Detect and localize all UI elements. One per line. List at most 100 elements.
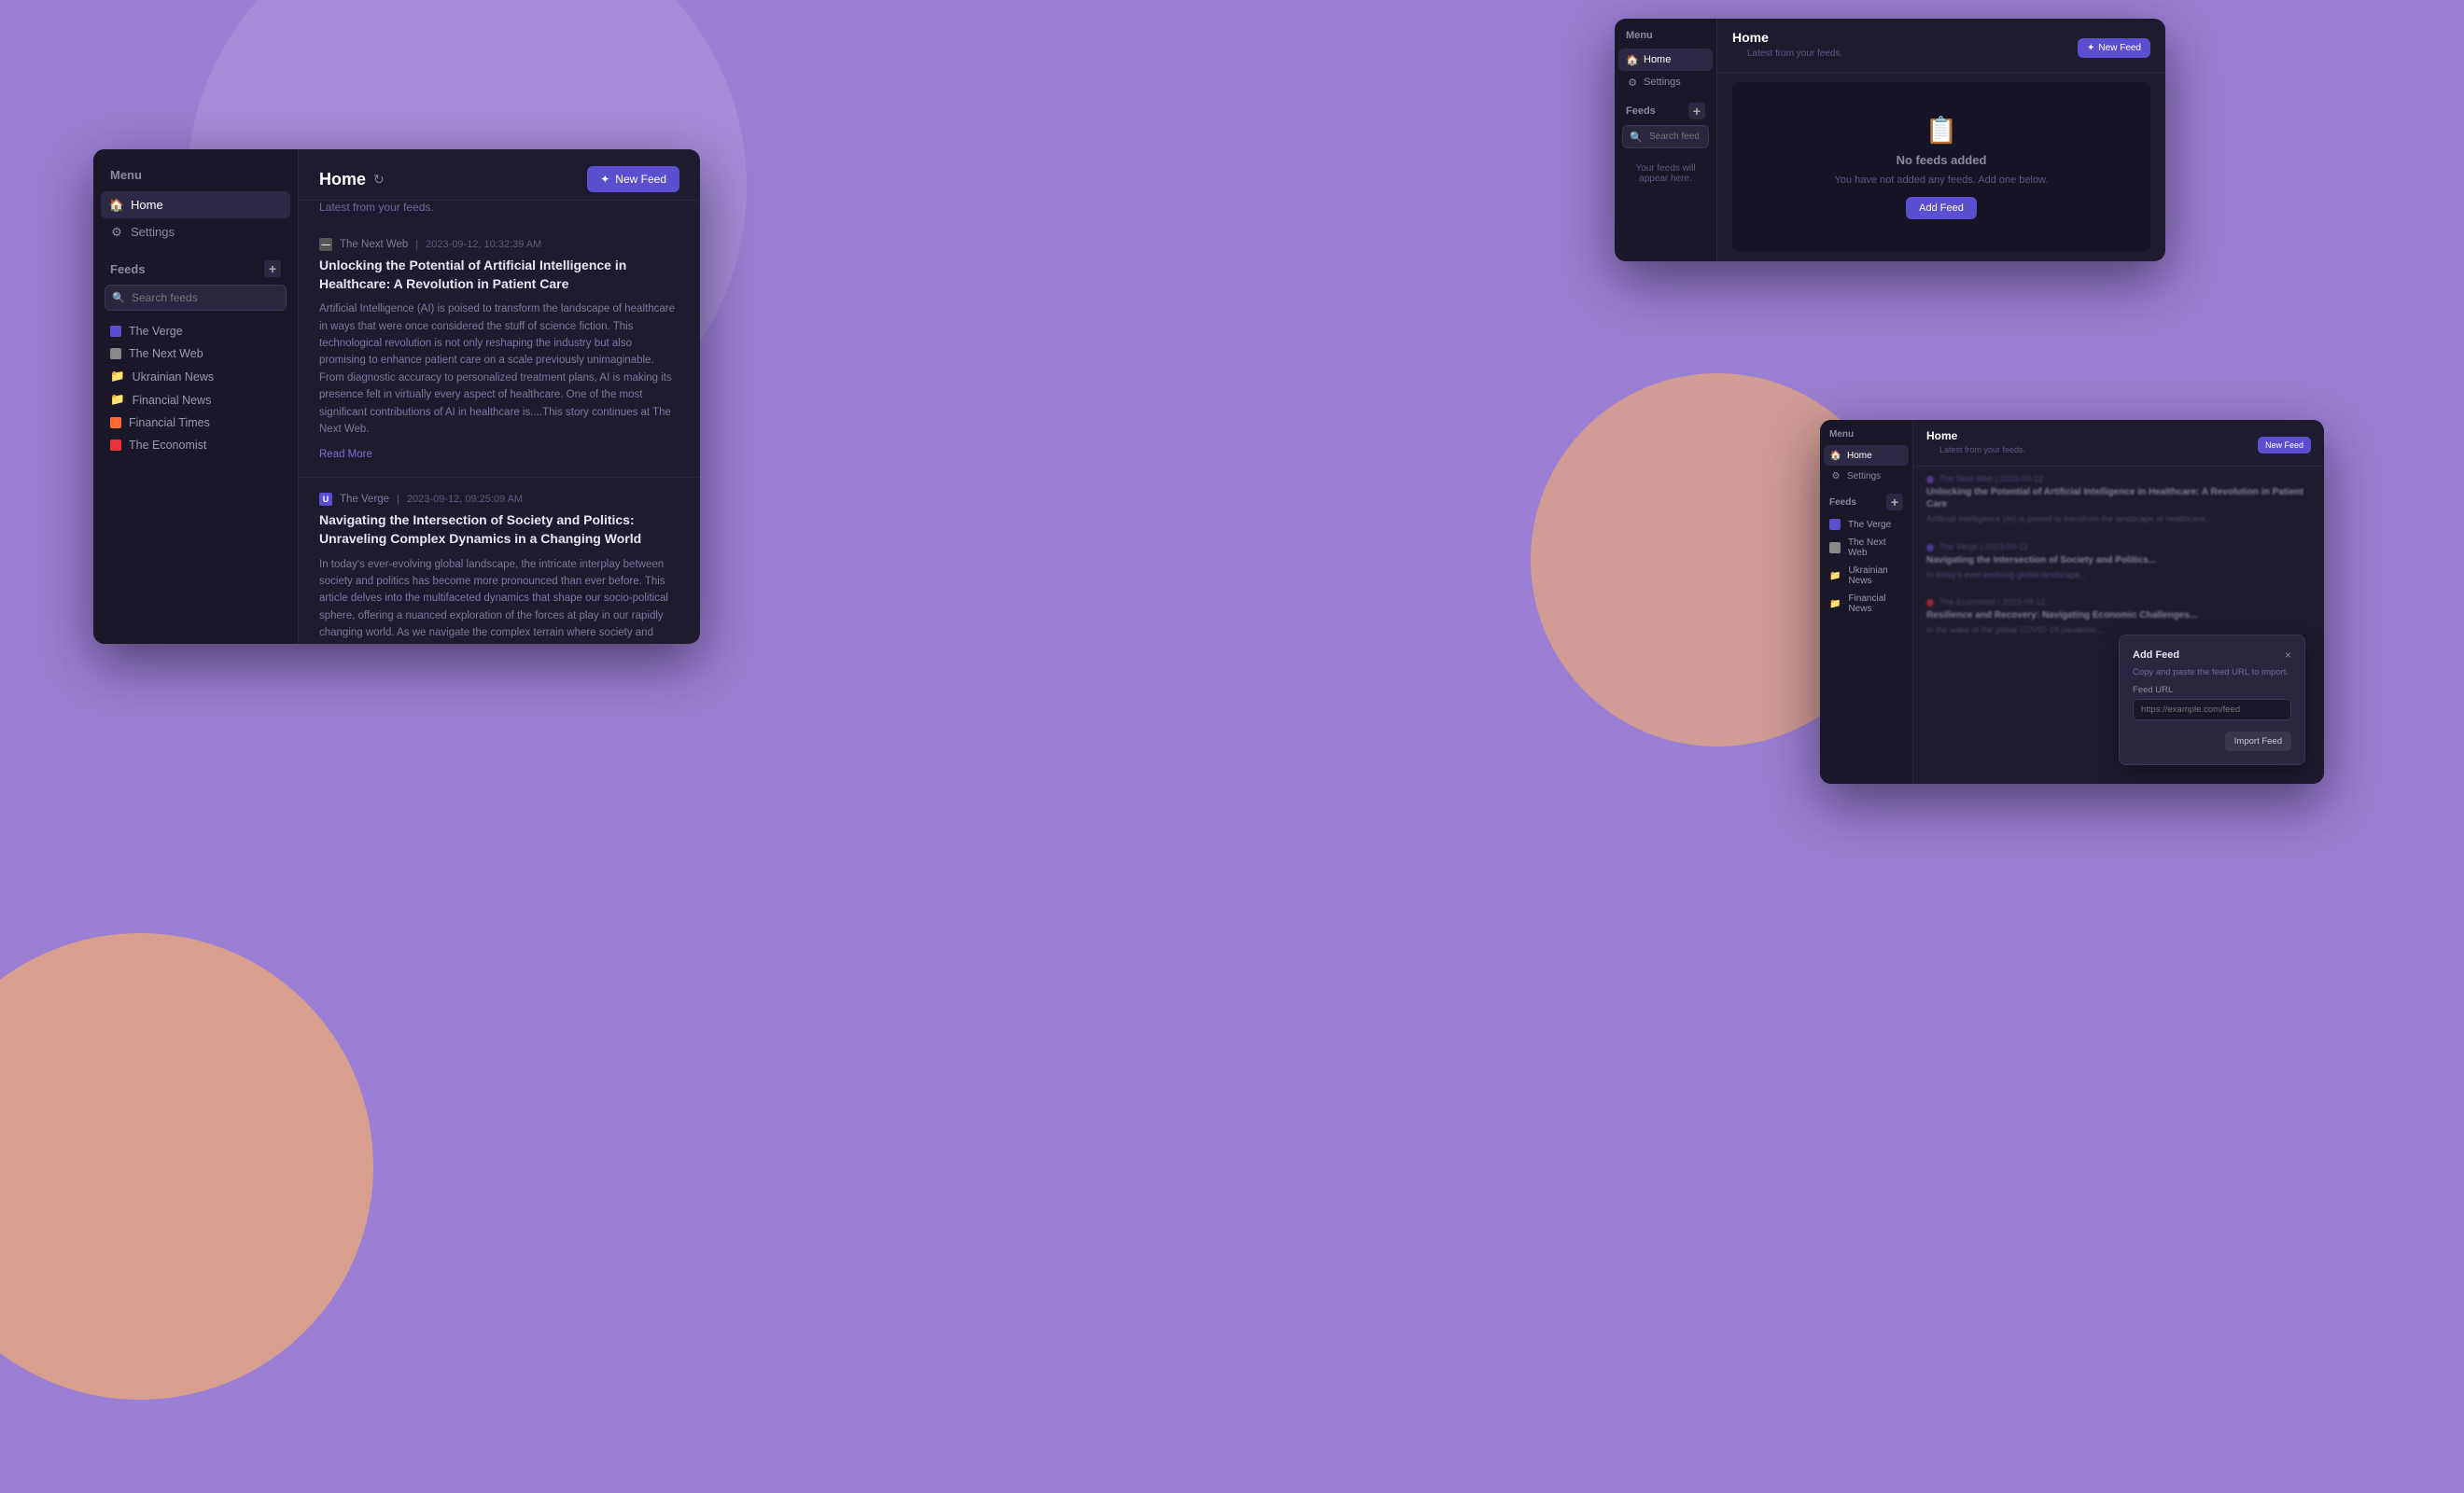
br-source-badge-2: [1926, 544, 1934, 551]
article-source-2: The Verge: [340, 494, 389, 505]
br-header: Home Latest from your feeds. New Feed: [1913, 420, 2324, 467]
br-subtitle: Latest from your feeds.: [1926, 442, 2038, 460]
sidebar-item-home-tr[interactable]: 🏠 Home: [1618, 49, 1713, 71]
article-excerpt-2: In today's ever-evolving global landscap…: [319, 556, 679, 645]
feed-folder-financial-news[interactable]: 📁 Financial News: [93, 388, 298, 412]
folder-icon-ukrainian-br: 📁: [1829, 571, 1841, 581]
source-icon-verge: U: [319, 493, 332, 506]
read-more-1[interactable]: Read More: [319, 449, 372, 460]
article-date-val-1: 2023-09-12, 10:32:39 AM: [426, 239, 541, 250]
search-icon-main: 🔍: [112, 292, 125, 304]
sidebar-item-settings-tr[interactable]: ⚙ Settings: [1615, 71, 1716, 93]
feed-dot-tnw-br: [1829, 542, 1841, 553]
import-feed-button[interactable]: Import Feed: [2225, 732, 2291, 751]
folder-icon-financial-br: 📁: [1829, 599, 1841, 609]
search-feeds-tr: 🔍: [1622, 125, 1709, 148]
dialog-header: Add Feed ×: [2133, 649, 2291, 662]
sidebar-item-settings-br[interactable]: ⚙ Settings: [1820, 466, 1912, 486]
refresh-icon-main[interactable]: ↻: [373, 172, 385, 188]
feed-item-financial-times[interactable]: Financial Times: [93, 412, 298, 434]
add-feed-button[interactable]: Add Feed: [1906, 197, 1977, 219]
feed-url-input[interactable]: [2133, 699, 2291, 720]
sidebar-item-home-main[interactable]: 🏠 Home: [101, 191, 290, 218]
feed-item-tnw-br[interactable]: The Next Web: [1820, 534, 1912, 562]
article-meta-2: U The Verge | 2023-09-12, 09:25:09 AM: [319, 493, 679, 506]
sidebar-br-menu-label: Menu: [1820, 429, 1912, 445]
main-content: Home ↻ ✦ New Feed Latest from your feeds…: [299, 149, 700, 644]
feed-dot-economist: [110, 440, 121, 451]
feed-item-the-economist[interactable]: The Economist: [93, 434, 298, 456]
sidebar-item-settings-main[interactable]: ⚙ Settings: [93, 218, 298, 245]
search-feeds-main: 🔍: [105, 285, 287, 311]
feeds-header-tr: Feeds +: [1615, 93, 1716, 125]
new-feed-button-br[interactable]: New Feed: [2258, 437, 2311, 453]
document-icon: 📋: [1925, 115, 1958, 146]
bg-decoration-2: [0, 933, 373, 1400]
gear-icon-main: ⚙: [110, 226, 123, 239]
gear-icon-tr: ⚙: [1626, 76, 1639, 89]
sidebar-main-menu-label: Menu: [93, 168, 298, 191]
article-card-1: — The Next Web | 2023-09-12, 10:32:39 AM…: [299, 223, 700, 478]
feeds-header-main: Feeds +: [93, 245, 298, 285]
no-feeds-area: Home Latest from your feeds. ✦ New Feed …: [1717, 19, 2165, 261]
br-article-2: The Verge | 2023-09-12 Navigating the In…: [1926, 535, 2311, 591]
new-feed-button-tr[interactable]: ✦ New Feed: [2078, 38, 2150, 58]
sidebar-top-right: Menu 🏠 Home ⚙ Settings Feeds + 🔍 Your fe…: [1615, 19, 1717, 261]
feeds-header-br: Feeds +: [1820, 486, 1912, 515]
dialog-title: Add Feed: [2133, 649, 2179, 661]
feed-folder-ukrainian-news[interactable]: 📁 Ukrainian News: [93, 365, 298, 388]
article-source-1: The Next Web: [340, 239, 408, 250]
plus-icon-main: ✦: [600, 173, 609, 186]
subtitle-main: Latest from your feeds.: [299, 201, 700, 223]
home-icon-br: 🏠: [1829, 449, 1842, 462]
add-feed-plus-br[interactable]: +: [1886, 494, 1903, 510]
feeds-empty-text: Your feeds will appear here.: [1615, 156, 1716, 191]
article-date-val-2: 2023-09-12, 09:25:09 AM: [407, 494, 523, 505]
source-icon-tnw: —: [319, 238, 332, 251]
folder-icon-ukrainian: 📁: [110, 370, 125, 384]
window-main: Menu 🏠 Home ⚙ Settings Feeds + 🔍 The Ver…: [93, 149, 700, 644]
sidebar-br: Menu 🏠 Home ⚙ Settings Feeds + The Verge…: [1820, 420, 1913, 784]
window-bottom-right: Menu 🏠 Home ⚙ Settings Feeds + The Verge…: [1820, 420, 2324, 784]
br-source-badge-3: [1926, 599, 1934, 607]
search-icon-tr: 🔍: [1630, 131, 1643, 143]
content-header-main: Home ↻ ✦ New Feed: [299, 149, 700, 201]
feed-item-verge-br[interactable]: The Verge: [1820, 515, 1912, 534]
article-excerpt-1: Artificial Intelligence (AI) is poised t…: [319, 300, 679, 438]
dialog-desc: Copy and paste the feed URL to import.: [2133, 667, 2291, 677]
window-top-right: Menu 🏠 Home ⚙ Settings Feeds + 🔍 Your fe…: [1615, 19, 2165, 261]
folder-icon-financial: 📁: [110, 393, 125, 407]
add-feed-plus-tr[interactable]: +: [1688, 103, 1705, 119]
no-feeds-title-h: Home: [1732, 30, 1857, 45]
feed-item-the-verge[interactable]: The Verge: [93, 320, 298, 342]
sidebar-main: Menu 🏠 Home ⚙ Settings Feeds + 🔍 The Ver…: [93, 149, 299, 644]
sidebar-item-home-br[interactable]: 🏠 Home: [1824, 445, 1909, 466]
article-date-1: |: [415, 239, 418, 250]
no-feeds-content: 📋 No feeds added You have not added any …: [1732, 82, 2150, 252]
feed-folder-financial-br[interactable]: 📁 Financial News: [1820, 590, 1912, 618]
feed-dot-verge-br: [1829, 519, 1841, 530]
article-card-2: U The Verge | 2023-09-12, 09:25:09 AM Na…: [299, 478, 700, 644]
search-feeds-input-main[interactable]: [105, 285, 287, 311]
dialog-close-button[interactable]: ×: [2285, 649, 2291, 662]
feed-dot-ft: [110, 417, 121, 428]
plus-icon-tr: ✦: [2087, 43, 2094, 53]
br-article-1: The Next Web | 2023-09-12 Unlocking the …: [1926, 467, 2311, 535]
br-page-title: Home: [1926, 429, 2038, 442]
feed-item-the-next-web[interactable]: The Next Web: [93, 342, 298, 365]
gear-icon-br: ⚙: [1829, 469, 1842, 482]
article-title-2: Navigating the Intersection of Society a…: [319, 511, 679, 548]
no-feeds-empty-desc: You have not added any feeds. Add one be…: [1835, 174, 2049, 186]
feed-folder-ukrainian-br[interactable]: 📁 Ukrainian News: [1820, 562, 1912, 590]
add-feed-plus-main[interactable]: +: [264, 260, 281, 277]
article-date-2: |: [397, 494, 399, 505]
page-title-main: Home: [319, 170, 366, 189]
feed-dot-tnw: [110, 348, 121, 359]
feed-dot-verge: [110, 326, 121, 337]
article-title-1: Unlocking the Potential of Artificial In…: [319, 257, 679, 293]
br-main-area: Home Latest from your feeds. New Feed Th…: [1913, 420, 2324, 784]
articles-list-main: — The Next Web | 2023-09-12, 10:32:39 AM…: [299, 223, 700, 644]
home-icon: 🏠: [1626, 53, 1639, 66]
no-feeds-header: Home Latest from your feeds. ✦ New Feed: [1717, 19, 2165, 73]
new-feed-button-main[interactable]: ✦ New Feed: [587, 166, 679, 192]
